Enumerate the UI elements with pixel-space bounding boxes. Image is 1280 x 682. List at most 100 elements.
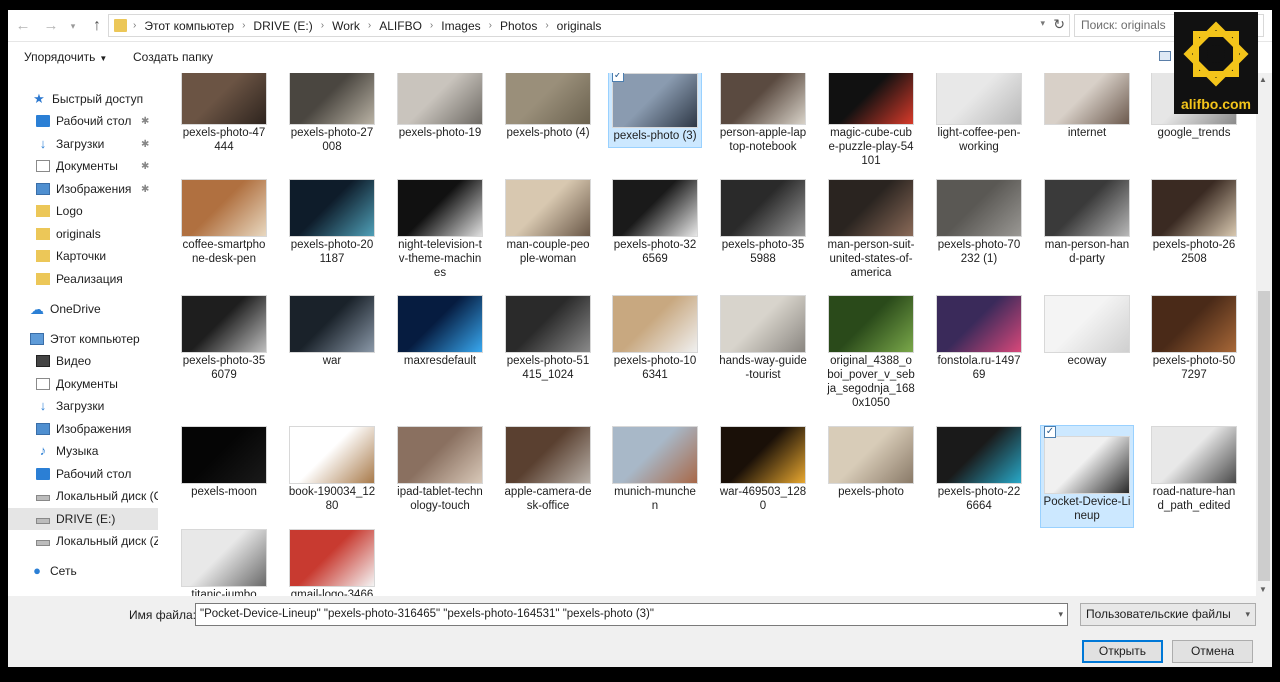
chevron-right-icon[interactable]: › xyxy=(430,20,433,31)
file-item[interactable]: ✓ Pocket-Device-Lineup xyxy=(1040,425,1134,528)
file-item[interactable]: hands-way-guide-tourist xyxy=(717,295,809,382)
scrollbar-thumb[interactable] xyxy=(1258,291,1270,581)
file-item[interactable]: pexels-photo-507297 xyxy=(1148,295,1240,382)
file-item[interactable]: pexels-photo-355988 xyxy=(717,179,809,266)
filetype-select[interactable]: Пользовательские файлы ▾ xyxy=(1080,603,1256,626)
sidebar-item[interactable]: ★ Быстрый доступ xyxy=(8,88,158,110)
file-item[interactable]: titanic-jumbo xyxy=(178,529,270,596)
chevron-down-icon[interactable]: ▾ xyxy=(1058,604,1063,625)
file-item[interactable]: war xyxy=(286,295,378,368)
chevron-right-icon[interactable]: › xyxy=(368,20,371,31)
file-item[interactable]: pexels-photo-19 xyxy=(394,73,486,140)
checkbox-icon[interactable]: ✓ xyxy=(612,73,624,82)
sidebar-item-label: Загрузки xyxy=(56,137,105,151)
scroll-down-icon[interactable]: ▼ xyxy=(1259,585,1267,594)
chevron-right-icon[interactable]: › xyxy=(489,20,492,31)
file-item[interactable]: pexels-photo-326569 xyxy=(609,179,701,266)
sidebar-item[interactable]: Logo xyxy=(8,200,158,222)
chevron-right-icon[interactable]: › xyxy=(321,20,324,31)
sidebar-item[interactable]: Локальный диск (C xyxy=(8,485,158,507)
view-options-icon[interactable] xyxy=(1159,51,1171,61)
file-item[interactable]: pexels-photo-70232 (1) xyxy=(933,179,1025,266)
file-item[interactable]: pexels-photo-262508 xyxy=(1148,179,1240,266)
sidebar-item[interactable]: Рабочий стол ✱ xyxy=(8,110,158,132)
scroll-up-icon[interactable]: ▲ xyxy=(1259,75,1267,84)
chevron-right-icon[interactable]: › xyxy=(133,20,136,31)
file-item[interactable]: ✓ pexels-photo (3) xyxy=(608,73,702,148)
cancel-button[interactable]: Отмена xyxy=(1172,640,1253,663)
file-item[interactable]: light-coffee-pen-working xyxy=(933,73,1025,154)
file-item[interactable]: pexels-photo-201187 xyxy=(286,179,378,266)
organize-button[interactable]: Упорядочить ▼ xyxy=(24,50,107,64)
breadcrumb-item[interactable]: ALIFBO xyxy=(379,19,422,33)
up-button[interactable]: ↑ xyxy=(86,15,108,37)
sidebar-item[interactable]: DRIVE (E:) xyxy=(8,508,158,530)
breadcrumb-item[interactable]: Work xyxy=(332,19,360,33)
file-item[interactable]: fonstola.ru-149769 xyxy=(933,295,1025,382)
address-bar[interactable]: › Этот компьютер › DRIVE (E:) › Work › ALIFBO › I… xyxy=(108,14,1070,37)
breadcrumb-item[interactable]: originals xyxy=(557,19,602,33)
sidebar-item[interactable]: Локальный диск (Z xyxy=(8,530,158,552)
file-item[interactable]: apple-camera-desk-office xyxy=(502,426,594,513)
file-item[interactable]: pexels-photo-226664 xyxy=(933,426,1025,513)
sidebar-item[interactable]: ☁ OneDrive xyxy=(8,298,158,320)
file-item[interactable]: original_4388_oboi_pover_v_sebja_segodnj… xyxy=(825,295,917,410)
sidebar-item[interactable]: Этот компьютер xyxy=(8,328,158,350)
open-button[interactable]: Открыть xyxy=(1082,640,1163,663)
file-item[interactable]: pexels-moon xyxy=(178,426,270,499)
file-item[interactable]: road-nature-hand_path_edited xyxy=(1148,426,1240,513)
file-item[interactable]: maxresdefault xyxy=(394,295,486,368)
file-item[interactable]: pexels-photo (4) xyxy=(502,73,594,140)
forward-button[interactable]: → xyxy=(40,15,62,37)
file-item[interactable]: pexels-photo-51415_1024 xyxy=(502,295,594,382)
sidebar-item[interactable]: ↓ Загрузки xyxy=(8,395,158,417)
sidebar-item[interactable]: Изображения ✱ xyxy=(8,178,158,200)
file-item[interactable]: coffee-smartphone-desk-pen xyxy=(178,179,270,266)
sidebar-item[interactable]: Документы ✱ xyxy=(8,155,158,177)
vertical-scrollbar[interactable]: ▲ ▼ xyxy=(1256,73,1272,596)
breadcrumb-item[interactable]: DRIVE (E:) xyxy=(253,19,312,33)
file-item[interactable]: war-469503_1280 xyxy=(717,426,809,513)
chevron-right-icon[interactable]: › xyxy=(242,20,245,31)
checkbox-icon[interactable]: ✓ xyxy=(1044,426,1056,438)
file-item[interactable]: night-television-tv-theme-machines xyxy=(394,179,486,280)
file-item[interactable]: magic-cube-cube-puzzle-play-54101 xyxy=(825,73,917,168)
breadcrumb-item[interactable]: Photos xyxy=(500,19,537,33)
chevron-down-icon[interactable]: ▾ xyxy=(1040,18,1045,29)
filename-input[interactable]: "Pocket-Device-Lineup" "pexels-photo-316… xyxy=(195,603,1068,626)
sidebar-item[interactable]: Документы xyxy=(8,373,158,395)
chevron-right-icon[interactable]: › xyxy=(545,20,548,31)
file-item[interactable]: man-couple-people-woman xyxy=(502,179,594,266)
recent-locations-button[interactable]: ▾ xyxy=(66,15,80,37)
file-item[interactable]: man-person-hand-party xyxy=(1041,179,1133,266)
breadcrumb-item[interactable]: Images xyxy=(441,19,480,33)
file-item[interactable]: book-190034_1280 xyxy=(286,426,378,513)
sidebar-item[interactable]: Реализация xyxy=(8,268,158,290)
refresh-icon[interactable]: ↻ xyxy=(1053,16,1065,33)
file-item[interactable]: munich-munchen xyxy=(609,426,701,513)
breadcrumb: › Этот компьютер › DRIVE (E:) › Work › ALIFBO › I… xyxy=(133,15,601,36)
sidebar-item[interactable]: ♪ Музыка xyxy=(8,440,158,462)
sidebar-item[interactable]: originals xyxy=(8,223,158,245)
file-item[interactable]: pexels-photo xyxy=(825,426,917,499)
file-item[interactable]: pexels-photo-27008 xyxy=(286,73,378,154)
back-button[interactable]: ← xyxy=(12,15,34,37)
sidebar-item[interactable]: Видео xyxy=(8,350,158,372)
breadcrumb-item[interactable]: Этот компьютер xyxy=(144,19,234,33)
file-item[interactable]: ipad-tablet-technology-touch xyxy=(394,426,486,513)
sidebar-item[interactable]: Карточки xyxy=(8,245,158,267)
file-item[interactable]: ecoway xyxy=(1041,295,1133,368)
file-item[interactable]: gmail-logo-3466 xyxy=(286,529,378,596)
file-item[interactable]: pexels-photo-356079 xyxy=(178,295,270,382)
chevron-down-icon: ▾ xyxy=(70,21,76,31)
sidebar-item[interactable]: ● Сеть xyxy=(8,560,158,582)
sidebar-item[interactable]: Изображения xyxy=(8,418,158,440)
file-item[interactable]: person-apple-laptop-notebook xyxy=(717,73,809,154)
new-folder-button[interactable]: Создать папку xyxy=(133,50,213,64)
file-item[interactable]: pexels-photo-47444 xyxy=(178,73,270,154)
sidebar-item[interactable]: ↓ Загрузки ✱ xyxy=(8,133,158,155)
file-item[interactable]: internet xyxy=(1041,73,1133,140)
sidebar-item[interactable]: Рабочий стол xyxy=(8,463,158,485)
file-item[interactable]: man-person-suit-united-states-of-america xyxy=(825,179,917,280)
file-item[interactable]: pexels-photo-106341 xyxy=(609,295,701,382)
